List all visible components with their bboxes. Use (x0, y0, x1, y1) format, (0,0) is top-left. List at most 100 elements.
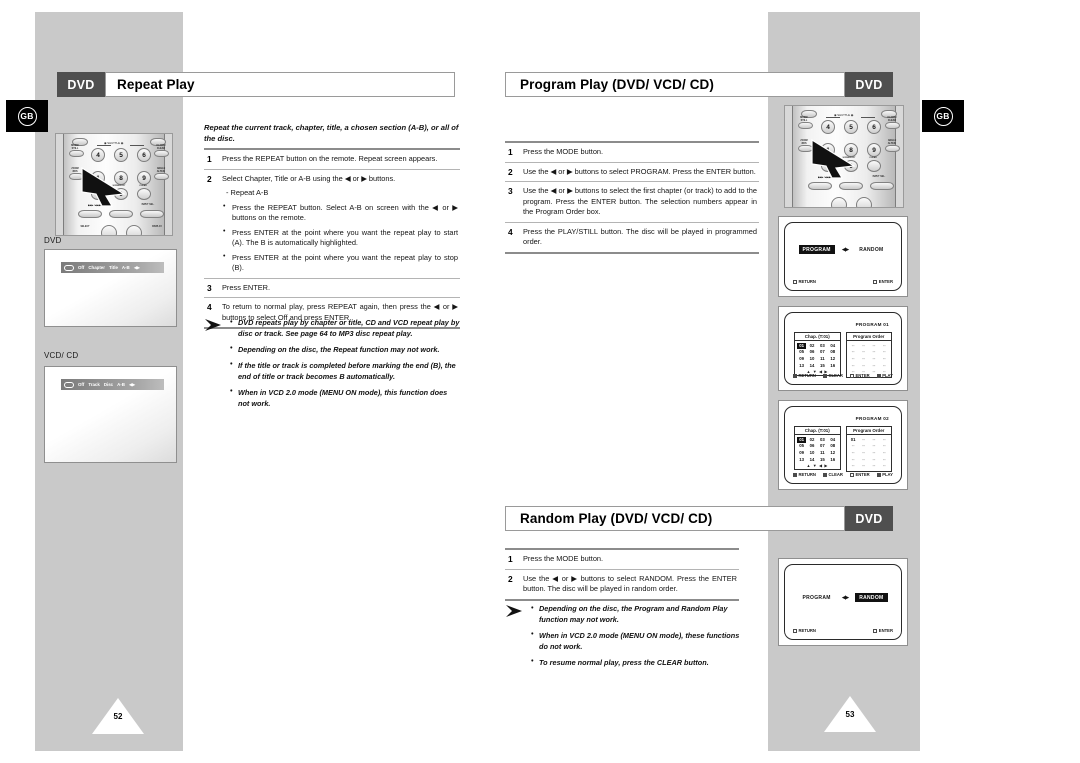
step-number: 3 (207, 282, 212, 293)
enter-key-icon (873, 279, 878, 284)
chapter-cell[interactable]: 10 (807, 356, 816, 362)
repeat-loop-icon (64, 381, 74, 388)
random-steps-table: 1 Press the MODE button. 2 Use the ◀ or … (505, 548, 739, 601)
chapter-cell[interactable]: 08 (828, 349, 837, 355)
order-cell: -- (851, 449, 855, 455)
chapter-cell[interactable]: 05 (797, 349, 806, 355)
chapter-cell[interactable]: 08 (828, 443, 837, 449)
chapter-cell[interactable]: 09 (797, 450, 806, 456)
mode-chip-random[interactable]: RANDOM (855, 245, 887, 254)
chapter-cell[interactable]: 09 (797, 356, 806, 362)
section-header-random-play: DVD Random Play (DVD/ VCD/ CD) (505, 506, 893, 531)
page-number-value: 52 (113, 712, 123, 721)
chapter-cell[interactable]: 05 (797, 443, 806, 449)
osd-screen-border: PROGRAM ◀▶ RANDOM RETURN ENTER (784, 222, 902, 291)
order-cell: -- (862, 449, 865, 455)
chapter-cell[interactable]: 03 (818, 437, 827, 443)
chapter-cell[interactable]: 15 (818, 363, 827, 369)
chapter-cell[interactable]: 11 (818, 356, 827, 362)
step-number: 1 (508, 554, 513, 564)
step-row: 3 Use the ◀ or ▶ buttons to select the f… (505, 182, 759, 223)
chapter-cell[interactable]: 16 (828, 363, 837, 369)
chapter-cell[interactable]: 13 (797, 457, 806, 463)
osd-footer-label: ENTER (878, 279, 893, 284)
order-cell: -- (851, 349, 855, 355)
mode-chip-program[interactable]: PROGRAM (798, 245, 835, 254)
program-order-header: Program Order (845, 332, 892, 341)
chapter-table-body: 01 02 03 04 05 06 07 08 09 10 11 12 13 1… (794, 341, 841, 377)
osd-screen-border: PROGRAM 02 Chap. (T:01) 01 02 03 04 05 0… (784, 406, 902, 484)
order-cell: -- (851, 463, 855, 469)
order-cell: -- (872, 362, 876, 368)
chapter-cell[interactable]: 07 (818, 443, 827, 449)
left-right-arrows-icon: ◀▶ (128, 381, 135, 387)
chapter-cell[interactable]: 06 (807, 349, 816, 355)
order-cell: 01 (850, 436, 856, 442)
enter-key-icon (873, 628, 878, 633)
osd-footer-return: RETURN (793, 373, 816, 378)
return-key-icon (793, 279, 797, 284)
osd-footer-clear: CLEAR (822, 472, 843, 477)
step-number: 2 (508, 166, 513, 177)
language-badge-label: GB (933, 106, 953, 126)
program-order-header: Program Order (845, 426, 892, 435)
section-title-box: Program Play (DVD/ VCD/ CD) (505, 72, 845, 97)
step-text: Use the ◀ or ▶ buttons to select RANDOM.… (523, 573, 737, 594)
osd-footer-label: PLAY (882, 472, 893, 477)
chapter-cell[interactable]: 11 (818, 450, 827, 456)
rule (505, 598, 739, 601)
step-bullet: Press ENTER at the point where you want … (222, 227, 458, 249)
mode-chip-program[interactable]: PROGRAM (799, 593, 835, 602)
chapter-cell[interactable]: 01 (797, 436, 807, 443)
language-badge-left: GB (6, 100, 48, 132)
step-text: Press the PLAY/STILL button. The disc wi… (523, 226, 757, 247)
step-text: Press the REPEAT button on the remote. R… (222, 154, 438, 163)
osd-footer-row: RETURN ENTER (793, 628, 893, 633)
chapter-table-header: Chap. (T:01) (794, 332, 841, 341)
chapter-grid: 01 02 03 04 05 06 07 08 09 10 11 12 13 1… (797, 342, 838, 369)
chapter-cell[interactable]: 10 (807, 450, 816, 456)
step-text: Select Chapter, Title or A-B using the ◀… (222, 174, 460, 274)
osd-option: Off (78, 265, 85, 270)
step-number: 4 (508, 226, 513, 237)
chapter-cell[interactable]: 12 (828, 356, 837, 362)
chapter-cell[interactable]: 16 (828, 457, 837, 463)
chapter-cell[interactable]: 04 (828, 437, 837, 443)
chapter-cell[interactable]: 03 (818, 343, 827, 349)
mode-chip-random[interactable]: RANDOM (855, 593, 888, 602)
chapter-cell[interactable]: 02 (807, 437, 816, 443)
program-order-grid: 01 -- -- -- -- -- -- -- -- -- -- -- -- -… (849, 437, 890, 470)
program-screen-title: PROGRAM 01 (855, 322, 889, 327)
section-title-box: Random Play (DVD/ VCD/ CD) (505, 506, 845, 531)
chapter-cell[interactable]: 13 (797, 363, 806, 369)
chapter-cell[interactable]: 04 (828, 343, 837, 349)
chapter-cell[interactable]: 02 (807, 343, 816, 349)
osd-footer-label: RETURN (798, 279, 816, 284)
program-order-body: 01 -- -- -- -- -- -- -- -- -- -- -- -- -… (845, 435, 892, 472)
step-bullet: Press ENTER at the point where you want … (222, 252, 458, 274)
chapter-cell[interactable]: 14 (807, 457, 816, 463)
manual-spread: GB GB DVD Repeat Play AUDIO TV/CD ◉ SHUT… (0, 0, 1080, 763)
osd-footer-label: CLEAR (828, 373, 843, 378)
chapter-cell[interactable]: 06 (807, 443, 816, 449)
chapter-cell[interactable]: 14 (807, 363, 816, 369)
step-dash-line: - Repeat A-B (226, 188, 269, 198)
disc-type-badge: DVD (57, 72, 105, 97)
osd-footer-label: ENTER (855, 472, 870, 477)
order-cell: -- (862, 436, 865, 442)
osd-option: Off (78, 382, 85, 387)
chapter-cell[interactable]: 01 (797, 342, 807, 349)
chapter-cell[interactable]: 15 (818, 457, 827, 463)
osd-option: Title (108, 265, 118, 270)
play-key-icon (876, 472, 881, 477)
order-cell: -- (872, 443, 876, 449)
chapter-cell[interactable]: 07 (818, 349, 827, 355)
order-cell: -- (862, 456, 865, 462)
order-cell: -- (872, 349, 876, 355)
osd-footer-label: RETURN (798, 472, 816, 477)
osd-screen-border: PROGRAM 01 Chap. (T:01) 01 02 03 04 05 0… (784, 312, 902, 385)
chapter-cell[interactable]: 12 (828, 450, 837, 456)
return-key-icon (793, 373, 797, 378)
osd-option: Disc (103, 382, 114, 387)
return-key-icon (793, 628, 797, 633)
